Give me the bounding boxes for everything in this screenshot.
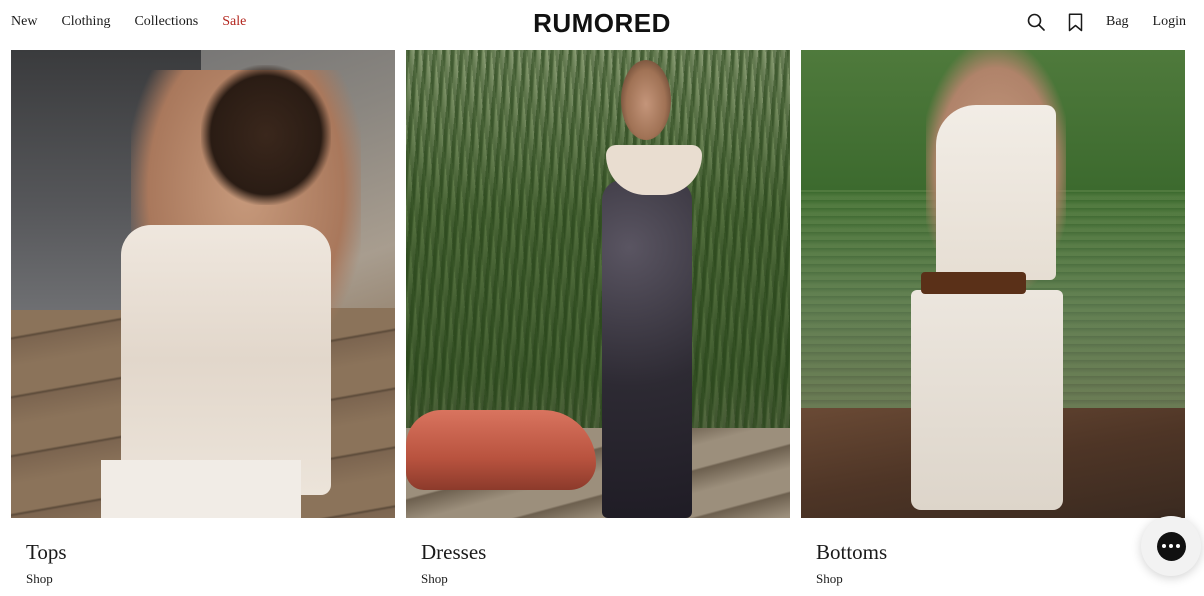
shop-link[interactable]: Shop — [816, 571, 843, 587]
site-logo[interactable]: RUMORED — [533, 8, 671, 38]
bag-link[interactable]: Bag — [1106, 11, 1129, 33]
main-nav: New Clothing Collections Sale — [11, 13, 270, 31]
category-title[interactable]: Dresses — [421, 539, 790, 565]
login-link[interactable]: Login — [1153, 11, 1186, 33]
search-icon[interactable] — [1026, 11, 1046, 33]
shop-link[interactable]: Shop — [26, 571, 53, 587]
nav-clothing[interactable]: Clothing — [61, 13, 110, 31]
category-grid: Tops Shop Dresses Shop Bottoms Shop — [11, 50, 1186, 588]
bottoms-photo[interactable] — [801, 50, 1185, 518]
tops-photo[interactable] — [11, 50, 395, 518]
category-card-bottoms[interactable]: Bottoms Shop — [801, 50, 1185, 588]
category-card-tops[interactable]: Tops Shop — [11, 50, 395, 588]
dresses-photo[interactable] — [406, 50, 790, 518]
category-card-dresses[interactable]: Dresses Shop — [406, 50, 790, 588]
shop-link[interactable]: Shop — [421, 571, 448, 587]
utility-nav: Bag Login — [1026, 11, 1186, 33]
nav-sale[interactable]: Sale — [222, 13, 246, 31]
category-title[interactable]: Bottoms — [816, 539, 1185, 565]
site-header: New Clothing Collections Sale RUMORED Ba… — [0, 0, 1204, 46]
nav-collections[interactable]: Collections — [134, 13, 198, 31]
bookmark-icon[interactable] — [1066, 11, 1086, 33]
nav-new[interactable]: New — [11, 13, 37, 31]
category-title[interactable]: Tops — [26, 539, 395, 565]
chat-launcher-button[interactable] — [1141, 516, 1201, 576]
chat-icon — [1156, 531, 1186, 561]
